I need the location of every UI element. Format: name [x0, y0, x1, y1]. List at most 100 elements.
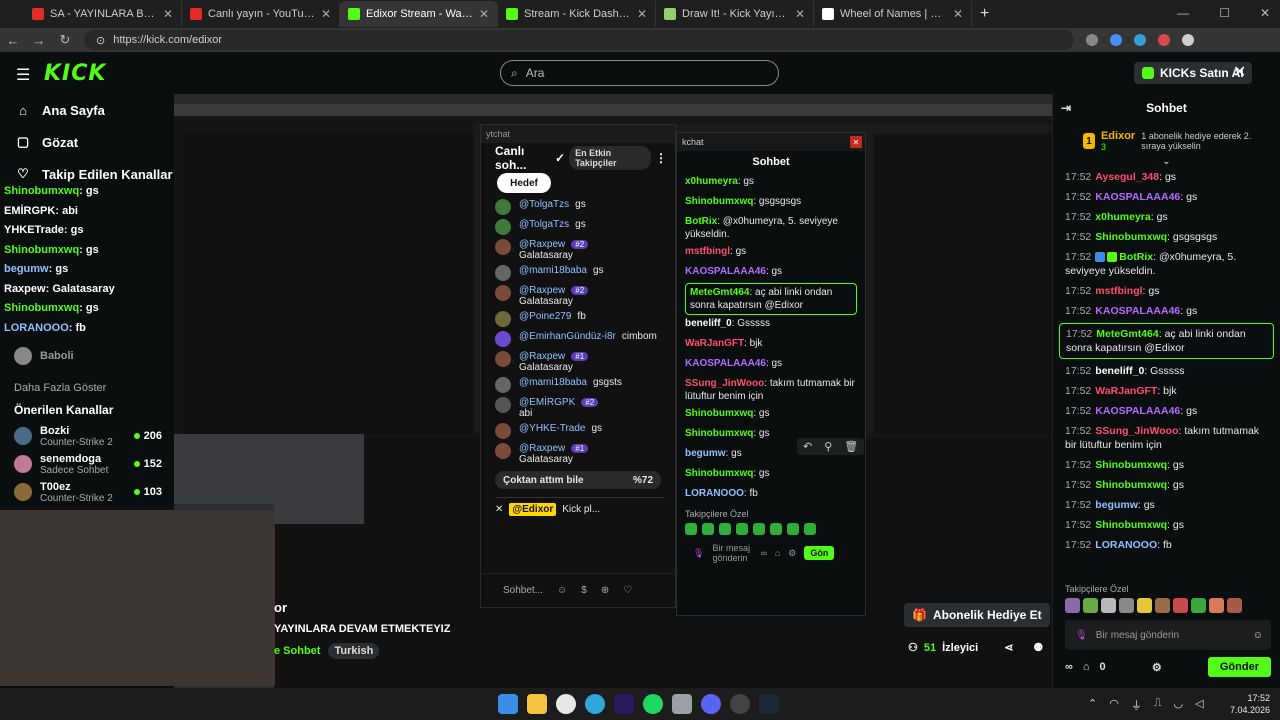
- emote-icon[interactable]: [1155, 598, 1170, 613]
- stream-category[interactable]: e Sohbet: [274, 645, 320, 657]
- message-user[interactable]: Shinobumxwq: [685, 408, 753, 419]
- message-user[interactable]: LORANOOO: [685, 488, 744, 499]
- emoji-icon[interactable]: ☺: [1253, 630, 1263, 641]
- message-user[interactable]: KAOSPALAAA46: [685, 358, 766, 369]
- close-tab-icon[interactable]: ✕: [795, 7, 805, 21]
- browser-tab[interactable]: Wheel of Names | Random name p ✕: [814, 1, 972, 27]
- browser-tab[interactable]: Stream - Kick Dashboard ✕: [498, 1, 656, 27]
- settings-icon[interactable]: ⚙: [1152, 661, 1162, 674]
- recommended-channel[interactable]: T00ez Counter-Strike 2 103: [0, 478, 174, 506]
- extension-icon[interactable]: [1134, 34, 1146, 46]
- message-user[interactable]: WaRJanGFT: [685, 338, 744, 349]
- emote-icon[interactable]: [1065, 598, 1080, 613]
- delete-icon[interactable]: 🗑: [844, 440, 858, 453]
- message-user[interactable]: x0humeyra: [685, 176, 738, 187]
- send-button[interactable]: Gön: [804, 546, 835, 560]
- minimize-icon[interactable]: —: [1177, 6, 1189, 20]
- message-user[interactable]: Shinobumxwq: [1095, 231, 1167, 243]
- close-icon[interactable]: ✕: [495, 504, 503, 515]
- mic-icon[interactable]: 🎙: [693, 548, 704, 559]
- wifi-icon[interactable]: ◡: [1174, 697, 1184, 713]
- close-icon[interactable]: ✕: [1233, 62, 1246, 82]
- message-user[interactable]: Shinobumxwq: [685, 468, 753, 479]
- maximize-icon[interactable]: ☐: [1219, 6, 1230, 20]
- browser-tab[interactable]: Draw It! - Kick Yayıncıları İçin Çizim ✕: [656, 1, 814, 27]
- volume-icon[interactable]: ◁: [1195, 697, 1203, 713]
- settings-icon[interactable]: ⚙: [788, 548, 796, 559]
- poll-bar[interactable]: Çoktan attım bile %72: [495, 471, 661, 489]
- menu-icon[interactable]: ☰: [16, 65, 30, 85]
- money-icon[interactable]: $: [581, 585, 587, 596]
- top-fans-chip[interactable]: En Etkin Takipçiler: [569, 146, 651, 170]
- gift-subscription-button[interactable]: 🎁 Abonelik Hediye Et: [904, 603, 1050, 627]
- message-user[interactable]: KAOSPALAAA46: [1095, 305, 1180, 317]
- sidebar-nav-item[interactable]: ⌂ Ana Sayfa: [0, 94, 174, 126]
- obs-icon[interactable]: [730, 694, 750, 714]
- profile-avatar[interactable]: [1182, 34, 1194, 46]
- follow-icon[interactable]: ⚉: [1033, 641, 1043, 654]
- mic-icon[interactable]: ⎍: [1154, 697, 1162, 713]
- emote-icon[interactable]: [804, 523, 816, 535]
- message-user[interactable]: mstfbingl: [685, 246, 730, 257]
- chrome-icon[interactable]: [556, 694, 576, 714]
- points-icon[interactable]: ∞: [1065, 661, 1073, 673]
- message-user[interactable]: LORANOOO: [1095, 539, 1157, 551]
- points-icon[interactable]: ∞: [760, 548, 766, 558]
- emote-icon[interactable]: [1209, 598, 1224, 613]
- new-tab-button[interactable]: +: [980, 5, 989, 23]
- file-explorer-icon[interactable]: [527, 694, 547, 714]
- usb-icon[interactable]: ⏚: [1131, 697, 1142, 713]
- ytchat-input[interactable]: Sohbet... ☺ $ ⊕ ♡: [481, 573, 677, 607]
- close-tab-icon[interactable]: ✕: [637, 7, 647, 21]
- message-user[interactable]: begumw: [685, 448, 726, 459]
- recommended-channel[interactable]: Bozki Counter-Strike 2 206: [0, 422, 174, 450]
- close-window-icon[interactable]: ✕: [1260, 6, 1270, 20]
- close-tab-icon[interactable]: ✕: [479, 7, 489, 21]
- spotify-icon[interactable]: [643, 694, 663, 714]
- message-user[interactable]: Shinobumxwq: [685, 196, 753, 207]
- emote-icon[interactable]: [685, 523, 697, 535]
- message-user[interactable]: Shinobumxwq: [1095, 479, 1167, 491]
- kchat-input[interactable]: Bir mesaj gönderin: [712, 543, 752, 563]
- emote-icon[interactable]: [1083, 598, 1098, 613]
- emote-icon[interactable]: [1173, 598, 1188, 613]
- message-user[interactable]: begumw: [1095, 499, 1138, 511]
- message-user[interactable]: BotRix: [685, 216, 717, 227]
- message-user[interactable]: BotRix: [1119, 251, 1153, 263]
- discord-icon[interactable]: [701, 694, 721, 714]
- forward-icon[interactable]: →: [32, 33, 46, 48]
- reply-icon[interactable]: ↶: [803, 440, 812, 453]
- close-tab-icon[interactable]: ✕: [953, 7, 963, 21]
- extension-icon[interactable]: [1110, 34, 1122, 46]
- emote-icon[interactable]: [770, 523, 782, 535]
- tray-chevron-icon[interactable]: ⌃: [1088, 697, 1097, 713]
- chat-input[interactable]: 🎙 Bir mesaj gönderin ☺: [1065, 620, 1271, 650]
- emote-icon[interactable]: [1137, 598, 1152, 613]
- more-icon[interactable]: ⋮: [655, 151, 667, 165]
- share-icon[interactable]: ⋖: [1004, 641, 1013, 654]
- url-field[interactable]: ⊙ https://kick.com/edixor: [84, 30, 1074, 50]
- message-user[interactable]: MeteGmt464: [690, 287, 749, 298]
- headset-icon[interactable]: ◠: [1109, 697, 1119, 713]
- clock[interactable]: 17:52 7.04.2026: [1230, 692, 1270, 716]
- add-icon[interactable]: ⊕: [601, 585, 609, 596]
- message-user[interactable]: MeteGmt464: [1096, 328, 1158, 340]
- message-user[interactable]: Shinobumxwq: [1095, 519, 1167, 531]
- kick-logo[interactable]: KICK: [44, 61, 106, 86]
- send-button[interactable]: Gönder: [1207, 657, 1271, 677]
- edge-icon[interactable]: [585, 694, 605, 714]
- followed-channel[interactable]: Baboli: [0, 342, 174, 370]
- emote-icon[interactable]: [1227, 598, 1242, 613]
- emote-icon[interactable]: [702, 523, 714, 535]
- vpn-icon[interactable]: [672, 694, 692, 714]
- reload-icon[interactable]: ↻: [58, 32, 72, 48]
- message-user[interactable]: mstfbingl: [1095, 285, 1142, 297]
- goal-button[interactable]: Hedef: [497, 173, 551, 193]
- message-user[interactable]: beneliff_0: [1095, 365, 1144, 377]
- emote-icon[interactable]: [1119, 598, 1134, 613]
- emote-icon[interactable]: [719, 523, 731, 535]
- message-user[interactable]: Shinobumxwq: [685, 428, 753, 439]
- emote-icon[interactable]: [753, 523, 765, 535]
- message-user[interactable]: WaRJanGFT: [1095, 385, 1157, 397]
- site-info-icon[interactable]: ⊙: [96, 34, 105, 47]
